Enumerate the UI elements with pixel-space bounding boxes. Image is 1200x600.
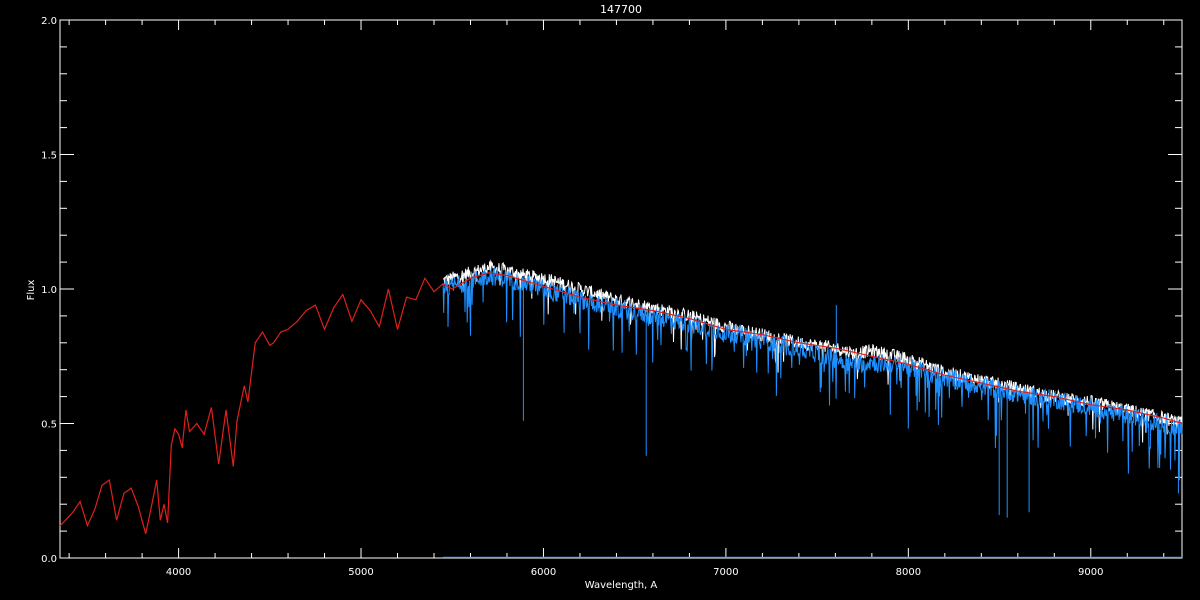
chart-title: 147700 <box>600 3 642 16</box>
x-tick-label: 6000 <box>531 567 556 578</box>
y-tick-label: 0.0 <box>41 554 57 565</box>
axis-ticks <box>60 19 1182 559</box>
x-tick-label: 7000 <box>713 567 738 578</box>
plot-frame <box>59 19 1183 559</box>
axis-tick-labels: 4000 5000 6000 7000 8000 9000 0.0 0.5 1.0 1.5 2.0 <box>41 16 1103 578</box>
x-tick-label: 9000 <box>1078 567 1103 578</box>
spectrum-chart: 4000 5000 6000 7000 8000 90000.00.51.01.52.0 … <box>26 3 1183 591</box>
y-tick-label: 1.0 <box>41 285 57 296</box>
x-axis-title: Wavelength, A <box>585 580 658 591</box>
y-axis-title: Flux <box>26 280 37 301</box>
x-tick-label: 8000 <box>896 567 921 578</box>
series-line <box>442 266 1183 518</box>
x-tick-label: 4000 <box>166 567 191 578</box>
series-layer <box>59 259 1183 558</box>
x-tick-label: 5000 <box>348 567 373 578</box>
y-tick-label: 2.0 <box>41 16 57 27</box>
y-tick-label: 0.5 <box>41 420 57 431</box>
y-tick-label: 1.5 <box>41 151 57 162</box>
